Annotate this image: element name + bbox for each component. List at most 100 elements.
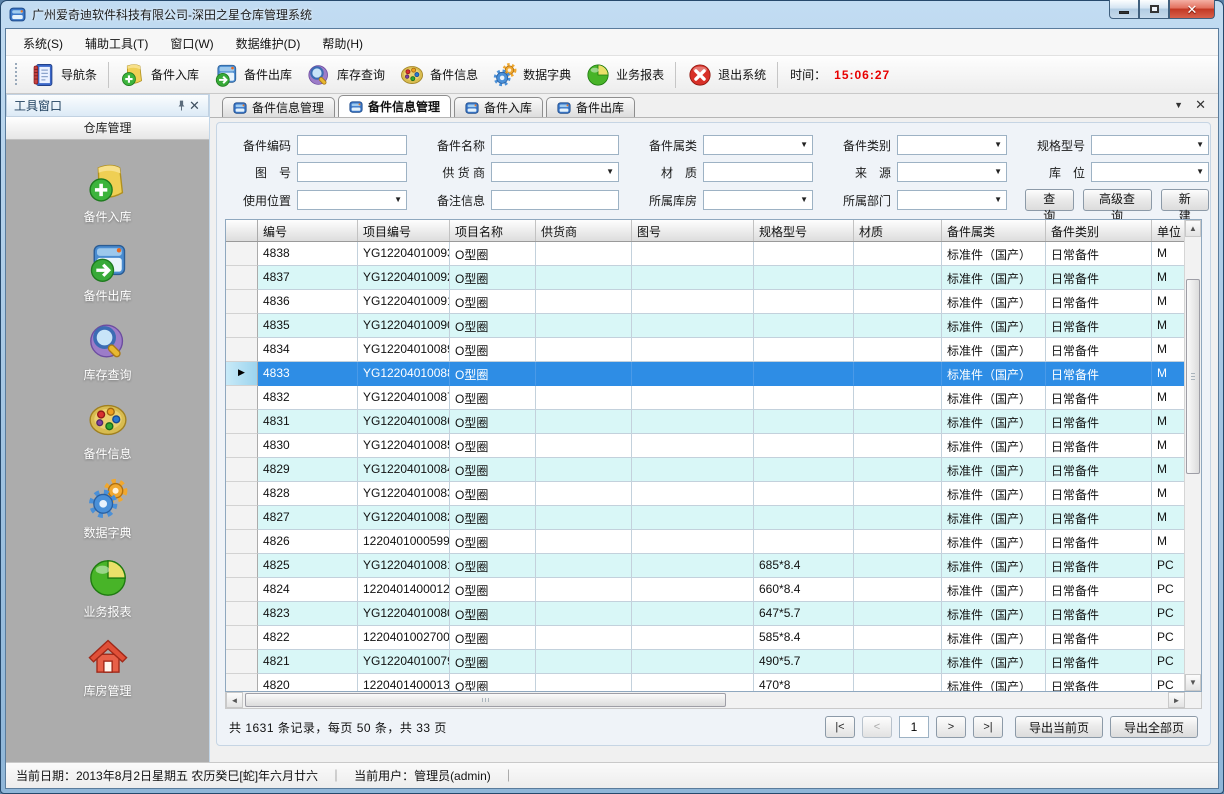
column-header-material[interactable]: 材质: [854, 220, 942, 241]
field-规格型号[interactable]: [1091, 135, 1209, 155]
menu-item-0[interactable]: 系统(S): [12, 29, 74, 55]
export-all-pages-button[interactable]: 导出全部页: [1110, 716, 1198, 738]
toolbar-button-navbar[interactable]: 导航条: [23, 58, 104, 92]
row-selector[interactable]: [226, 290, 258, 314]
table-row[interactable]: 4838YG12204010093O型圈标准件（国产）日常备件M: [226, 242, 1184, 266]
row-selector[interactable]: [226, 482, 258, 506]
toolbar-button-data-dictionary[interactable]: 数据字典: [485, 58, 578, 92]
row-selector[interactable]: ▶: [226, 362, 258, 386]
column-header-supplier[interactable]: 供货商: [536, 220, 632, 241]
row-selector[interactable]: [226, 434, 258, 458]
row-selector[interactable]: [226, 266, 258, 290]
table-row[interactable]: ▶4833YG12204010088O型圈标准件（国产）日常备件M: [226, 362, 1184, 386]
row-selector[interactable]: [226, 530, 258, 554]
toolbar-grip-handle[interactable]: [14, 63, 19, 87]
tab-list-dropdown-icon[interactable]: ▼: [1174, 100, 1183, 110]
table-row[interactable]: 4823YG12204010080O型圈647*5.7标准件（国产）日常备件PC: [226, 602, 1184, 626]
column-header-unit[interactable]: 单位: [1152, 220, 1184, 241]
field-备件类别[interactable]: [897, 135, 1007, 155]
tab-0[interactable]: 备件信息管理: [222, 97, 335, 117]
table-row[interactable]: 4835YG12204010090O型圈标准件（国产）日常备件M: [226, 314, 1184, 338]
pin-icon[interactable]: [175, 99, 188, 112]
toolbar-button-parts-inbound[interactable]: 备件入库: [113, 58, 206, 92]
column-header-project_code[interactable]: 项目编号: [358, 220, 450, 241]
prev-page-button[interactable]: <: [862, 716, 892, 738]
field-材质[interactable]: [703, 162, 813, 182]
sidebar-item-inventory-query[interactable]: 库存查询: [33, 312, 183, 391]
tool-window-close-icon[interactable]: ✕: [188, 99, 201, 112]
menu-item-4[interactable]: 帮助(H): [311, 29, 374, 55]
advanced-query-button[interactable]: 高级查询: [1083, 189, 1152, 211]
scroll-left-icon[interactable]: ◄: [226, 692, 243, 708]
menu-item-3[interactable]: 数据维护(D): [225, 29, 312, 55]
column-header-category[interactable]: 备件属类: [942, 220, 1046, 241]
field-input[interactable]: [298, 163, 406, 181]
table-row[interactable]: 4830YG12204010085O型圈标准件（国产）日常备件M: [226, 434, 1184, 458]
table-row[interactable]: 48201220401400013O型圈470*8标准件（国产）日常备件PC: [226, 674, 1184, 691]
field-使用位置[interactable]: [297, 190, 407, 210]
row-selector[interactable]: [226, 458, 258, 482]
maximize-button[interactable]: [1139, 0, 1169, 19]
row-selector[interactable]: [226, 338, 258, 362]
row-selector[interactable]: [226, 314, 258, 338]
horizontal-scrollbar-thumb[interactable]: [245, 693, 726, 707]
scroll-right-icon[interactable]: ►: [1168, 692, 1185, 708]
tab-2[interactable]: 备件入库: [454, 97, 543, 117]
toolbar-button-parts-info[interactable]: 备件信息: [392, 58, 485, 92]
table-row[interactable]: 4834YG12204010089O型圈标准件（国产）日常备件M: [226, 338, 1184, 362]
vertical-scrollbar-thumb[interactable]: [1186, 279, 1200, 474]
row-selector[interactable]: [226, 386, 258, 410]
field-来源[interactable]: [897, 162, 1007, 182]
column-header-type[interactable]: 备件类别: [1046, 220, 1152, 241]
query-button[interactable]: 查询: [1025, 189, 1074, 211]
row-selector[interactable]: [226, 674, 258, 691]
field-备件属类[interactable]: [703, 135, 813, 155]
table-row[interactable]: 4821YG12204010079O型圈490*5.7标准件（国产）日常备件PC: [226, 650, 1184, 674]
table-row[interactable]: 4831YG12204010086O型圈标准件（国产）日常备件M: [226, 410, 1184, 434]
toolbar-button-parts-outbound[interactable]: 备件出库: [206, 58, 299, 92]
field-图号[interactable]: [297, 162, 407, 182]
field-备件编码[interactable]: [297, 135, 407, 155]
sidebar-item-warehouse-manage[interactable]: 库房管理: [33, 628, 183, 707]
sidebar-item-parts-outbound[interactable]: 备件出库: [33, 233, 183, 312]
toolbar-button-inventory-query[interactable]: 库存查询: [299, 58, 392, 92]
sidebar-item-business-report[interactable]: 业务报表: [33, 549, 183, 628]
table-row[interactable]: 4836YG12204010091O型圈标准件（国产）日常备件M: [226, 290, 1184, 314]
next-page-button[interactable]: >: [936, 716, 966, 738]
table-row[interactable]: 4837YG12204010092O型圈标准件（国产）日常备件M: [226, 266, 1184, 290]
column-header-spec[interactable]: 规格型号: [754, 220, 854, 241]
export-current-page-button[interactable]: 导出当前页: [1015, 716, 1103, 738]
row-selector[interactable]: [226, 650, 258, 674]
field-input[interactable]: [492, 191, 618, 209]
field-input[interactable]: [492, 136, 618, 154]
field-备件名称[interactable]: [491, 135, 619, 155]
row-selector[interactable]: [226, 602, 258, 626]
field-备注信息[interactable]: [491, 190, 619, 210]
row-selector[interactable]: [226, 578, 258, 602]
field-库位[interactable]: [1091, 162, 1209, 182]
menu-item-2[interactable]: 窗口(W): [159, 29, 224, 55]
field-所属库房[interactable]: [703, 190, 813, 210]
sidebar-item-data-dictionary[interactable]: 数据字典: [33, 470, 183, 549]
page-number-input[interactable]: [899, 716, 929, 738]
minimize-button[interactable]: [1109, 0, 1139, 19]
field-所属部门[interactable]: [897, 190, 1007, 210]
first-page-button[interactable]: |<: [825, 716, 855, 738]
table-row[interactable]: 4832YG12204010087O型圈标准件（国产）日常备件M: [226, 386, 1184, 410]
close-button[interactable]: ✕: [1169, 0, 1215, 19]
table-row[interactable]: 48221220401002700O型圈585*8.4标准件（国产）日常备件PC: [226, 626, 1184, 650]
table-row[interactable]: 4829YG12204010084O型圈标准件（国产）日常备件M: [226, 458, 1184, 482]
new-button[interactable]: 新建: [1161, 189, 1210, 211]
toolbar-button-business-report[interactable]: 业务报表: [578, 58, 671, 92]
scroll-up-icon[interactable]: ▲: [1185, 220, 1201, 237]
table-row[interactable]: 4827YG12204010082O型圈标准件（国产）日常备件M: [226, 506, 1184, 530]
row-selector[interactable]: [226, 626, 258, 650]
row-selector[interactable]: [226, 410, 258, 434]
sidebar-item-parts-inbound[interactable]: 备件入库: [33, 154, 183, 233]
row-selector[interactable]: [226, 506, 258, 530]
field-input[interactable]: [704, 163, 812, 181]
last-page-button[interactable]: >|: [973, 716, 1003, 738]
column-header-project_name[interactable]: 项目名称: [450, 220, 536, 241]
table-row[interactable]: 48241220401400012O型圈660*8.4标准件（国产）日常备件PC: [226, 578, 1184, 602]
scroll-down-icon[interactable]: ▼: [1185, 674, 1201, 691]
